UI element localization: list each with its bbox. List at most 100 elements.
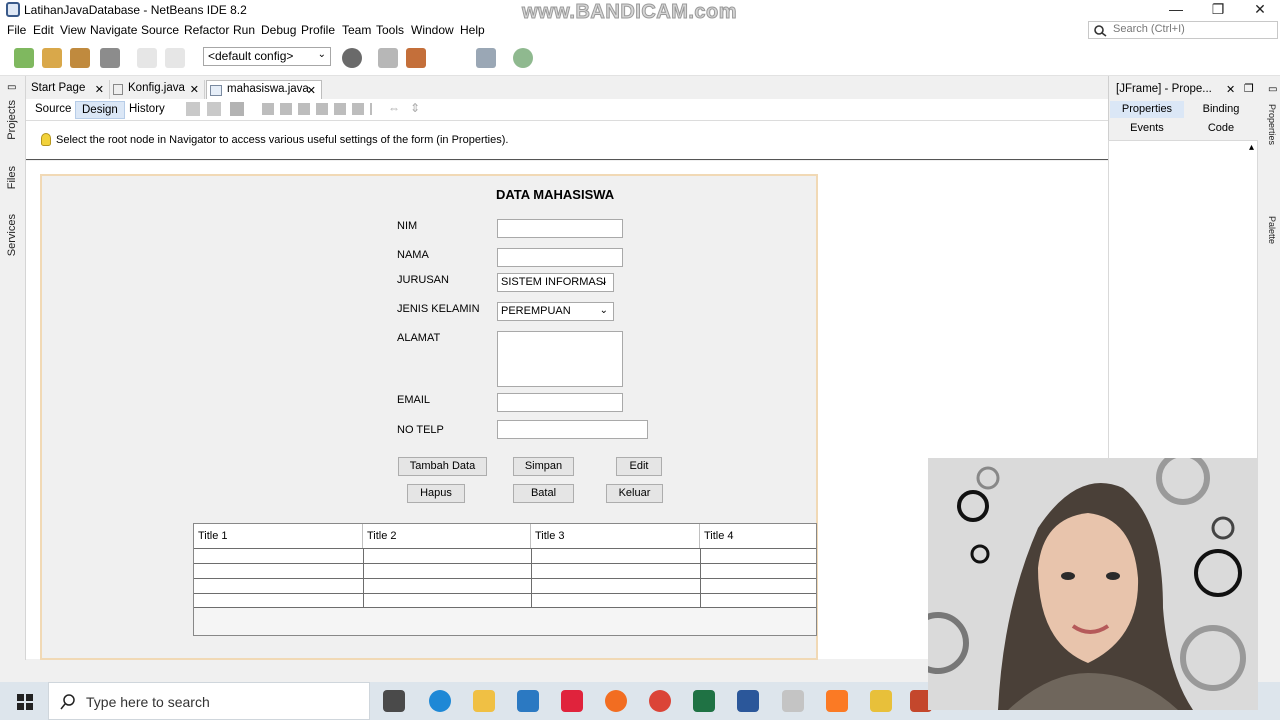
table-row[interactable] [194, 593, 816, 608]
side-tab-projects[interactable]: Projects [6, 100, 18, 140]
label-alamat: ALAMAT [397, 332, 441, 344]
excel-icon[interactable] [693, 690, 715, 712]
jurusan-select[interactable]: SISTEM INFORMASI ⌄ [497, 273, 614, 292]
mode-design[interactable]: Design [75, 101, 125, 119]
file-explorer-icon[interactable] [473, 690, 495, 712]
tambah-data-button[interactable]: Tambah Data [398, 457, 487, 476]
clean-build-icon[interactable] [406, 48, 426, 68]
side-tab-services[interactable]: Services [6, 214, 18, 256]
windows-start-icon[interactable] [17, 694, 33, 710]
store-icon[interactable] [561, 690, 583, 712]
profile-icon[interactable] [513, 48, 533, 68]
undo-icon[interactable] [137, 48, 157, 68]
tab-properties[interactable]: Properties [1110, 101, 1184, 118]
quick-search-input[interactable]: Search (Ctrl+I) [1088, 21, 1278, 39]
form-title: DATA MAHASISWA [496, 187, 615, 202]
netbeans-taskbar-icon[interactable] [782, 690, 804, 712]
menu-profile[interactable]: Profile [301, 23, 335, 37]
close-window-button[interactable]: ✕ [1240, 0, 1280, 20]
mode-source[interactable]: Source [29, 101, 77, 119]
column-header-4[interactable]: Title 4 [700, 524, 816, 548]
chevron-down-icon: ⌄ [599, 276, 608, 287]
side-tab-properties[interactable]: Properties [1267, 104, 1277, 145]
menu-file[interactable]: File [7, 23, 26, 37]
build-hammer-icon[interactable] [378, 48, 398, 68]
menu-view[interactable]: View [60, 23, 86, 37]
connection-mode-icon[interactable] [207, 102, 221, 116]
maximize-button[interactable]: ❐ [1198, 0, 1238, 20]
save-all-icon[interactable] [100, 48, 120, 68]
align-tools-icons[interactable] [262, 103, 372, 115]
globe-icon[interactable] [342, 48, 362, 68]
window-restore-icon[interactable]: ▭ [7, 82, 16, 93]
firefox-icon[interactable] [605, 690, 627, 712]
nim-field[interactable] [497, 219, 623, 238]
menu-run[interactable]: Run [233, 23, 255, 37]
table-row[interactable] [194, 578, 816, 593]
menu-debug[interactable]: Debug [261, 23, 296, 37]
word-icon[interactable] [737, 690, 759, 712]
scroll-up-icon[interactable]: ▴ [1249, 142, 1254, 153]
preview-design-icon[interactable] [230, 102, 244, 116]
debug-icon[interactable] [476, 48, 496, 68]
window-restore-icon[interactable]: ❐ [1244, 82, 1254, 95]
menu-tools[interactable]: Tools [376, 23, 404, 37]
mode-history[interactable]: History [123, 101, 171, 119]
tab-code[interactable]: Code [1186, 120, 1256, 137]
search-icon [60, 694, 75, 710]
new-project-icon[interactable] [42, 48, 62, 68]
menu-team[interactable]: Team [342, 23, 371, 37]
keluar-button[interactable]: Keluar [606, 484, 663, 503]
window-restore-icon[interactable]: ▭ [1268, 84, 1277, 95]
resize-horizontal-icon[interactable]: ⇔ [388, 101, 400, 115]
email-field[interactable] [497, 393, 623, 412]
starred-app-icon[interactable] [870, 690, 892, 712]
menu-help[interactable]: Help [460, 23, 485, 37]
tab-konfig-java[interactable]: Konfig.java ✕ [110, 80, 205, 99]
close-icon[interactable]: ✕ [95, 83, 104, 96]
taskbar-search-placeholder: Type here to search [86, 694, 210, 710]
edge-browser-icon[interactable] [429, 690, 451, 712]
tab-start-page[interactable]: Start Page ✕ [27, 80, 110, 99]
edit-button[interactable]: Edit [616, 457, 662, 476]
menu-window[interactable]: Window [411, 23, 454, 37]
tab-mahasiswa-java[interactable]: mahasiswa.java ✕ [206, 80, 322, 100]
taskbar-search-box[interactable]: Type here to search [48, 682, 370, 720]
resize-vertical-icon[interactable]: ⇕ [410, 101, 420, 115]
close-icon[interactable]: ✕ [190, 83, 199, 96]
menu-edit[interactable]: Edit [33, 23, 54, 37]
selection-mode-icon[interactable] [186, 102, 200, 116]
column-header-2[interactable]: Title 2 [363, 524, 531, 548]
open-project-icon[interactable] [70, 48, 90, 68]
menu-refactor[interactable]: Refactor [184, 23, 229, 37]
column-header-3[interactable]: Title 3 [531, 524, 700, 548]
alamat-textarea[interactable] [497, 331, 623, 387]
side-tab-files[interactable]: Files [6, 166, 18, 189]
table-row[interactable] [194, 563, 816, 578]
menu-navigate[interactable]: Navigate [90, 23, 137, 37]
tab-binding[interactable]: Binding [1186, 101, 1256, 118]
batal-button[interactable]: Batal [513, 484, 574, 503]
close-icon[interactable]: ✕ [1226, 83, 1235, 96]
chrome-icon[interactable] [649, 690, 671, 712]
xampp-icon[interactable] [826, 690, 848, 712]
redo-icon[interactable] [165, 48, 185, 68]
task-view-icon[interactable] [383, 690, 405, 712]
nama-field[interactable] [497, 248, 623, 267]
config-select[interactable]: <default config> ⌄ [203, 47, 331, 66]
minimize-button[interactable]: — [1156, 0, 1196, 20]
lightbulb-icon [41, 133, 51, 146]
simpan-button[interactable]: Simpan [513, 457, 574, 476]
column-header-1[interactable]: Title 1 [194, 524, 363, 548]
table-row[interactable] [194, 548, 816, 563]
mail-icon[interactable] [517, 690, 539, 712]
jenis-kelamin-select[interactable]: PEREMPUAN ⌄ [497, 302, 614, 321]
new-file-icon[interactable] [14, 48, 34, 68]
config-select-value: <default config> [208, 49, 294, 63]
close-icon[interactable]: ✕ [307, 84, 316, 97]
no-telp-field[interactable] [497, 420, 648, 439]
menu-source[interactable]: Source [141, 23, 179, 37]
hapus-button[interactable]: Hapus [407, 484, 465, 503]
side-tab-palette[interactable]: Palette [1267, 216, 1277, 244]
tab-events[interactable]: Events [1110, 120, 1184, 137]
